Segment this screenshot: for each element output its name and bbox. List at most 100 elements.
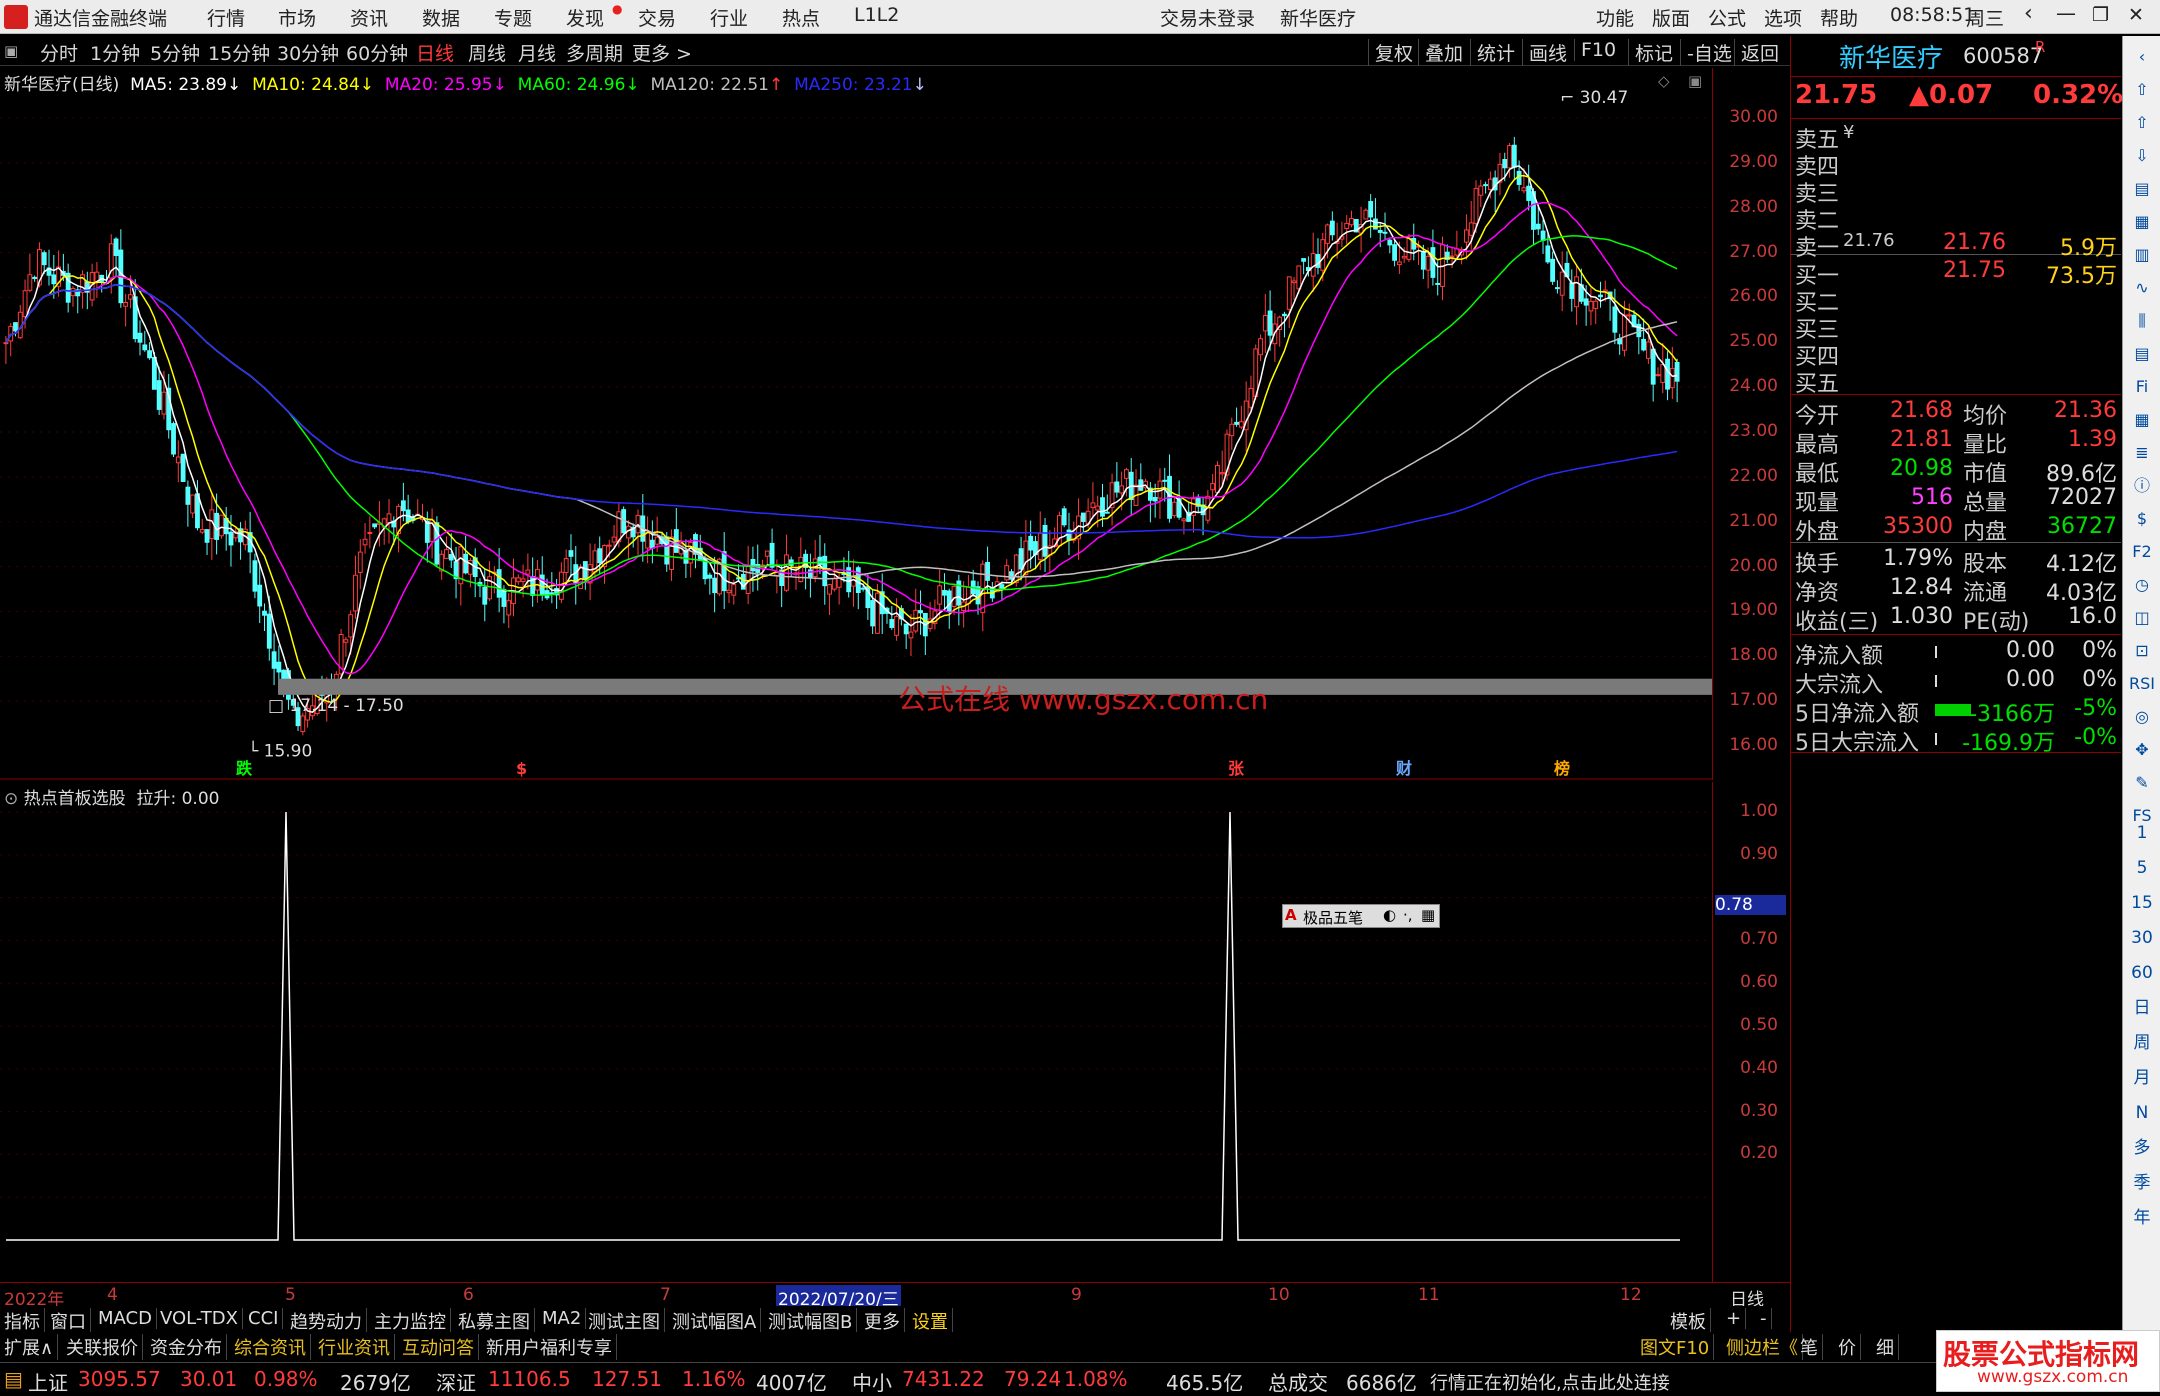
period-more[interactable]: 更多 > — [632, 39, 692, 66]
tab-ceshi-a[interactable]: 测试幅图A — [668, 1308, 762, 1334]
sidebar-arrow-down-icon[interactable]: ⇩ — [2127, 141, 2157, 171]
sh-index-name[interactable]: 上证 — [28, 1367, 68, 1396]
chart-maximize-icon[interactable]: ▣ — [1688, 72, 1702, 90]
sidebar-period-6[interactable]: 周 — [2127, 1028, 2157, 1058]
sidebar-period-4[interactable]: 60 — [2127, 958, 2157, 988]
menu-bangzhu[interactable]: 帮助 — [1820, 4, 1858, 31]
sidebar-period-7[interactable]: 月 — [2127, 1063, 2157, 1093]
sidebar-line-chart-icon[interactable]: ∿ — [2127, 273, 2157, 303]
tab-qushi[interactable]: 趋势动力 — [286, 1308, 367, 1334]
sidebar-dollar-icon[interactable]: $ — [2127, 504, 2157, 534]
sidebar-period-1[interactable]: 5 — [2127, 853, 2157, 883]
sidebar-list-icon[interactable]: ▤ — [2127, 174, 2157, 204]
tab-ceshi-b[interactable]: 测试幅图B — [764, 1308, 858, 1334]
sidebar-period-9[interactable]: 多 — [2127, 1133, 2157, 1163]
period-week[interactable]: 周线 — [468, 39, 506, 66]
menu-zixun[interactable]: 资讯 — [350, 4, 388, 31]
period-multi[interactable]: 多周期 — [566, 39, 623, 66]
period-fenshi[interactable]: 分时 — [40, 39, 78, 66]
sidebar-candle-icon[interactable]: ⫼ — [2127, 306, 2157, 336]
menu-faxian[interactable]: 发现 — [566, 4, 604, 31]
sidebar-compass-icon[interactable]: RSI — [2127, 669, 2157, 699]
sidebar-map-icon[interactable]: ◫ — [2127, 603, 2157, 633]
period-60min[interactable]: 60分钟 — [346, 39, 408, 66]
menu-banmian[interactable]: 版面 — [1652, 4, 1690, 31]
connection-message[interactable]: 行情正在初始化,点击此处连接 — [1430, 1369, 1670, 1395]
sz-index-name[interactable]: 深证 — [436, 1367, 476, 1396]
tab-jia[interactable]: 价 — [1834, 1334, 1861, 1360]
sidebar-period-10[interactable]: 季 — [2127, 1168, 2157, 1198]
sidebar-f2-icon[interactable]: F2 — [2127, 537, 2157, 567]
sidebar-arrow-up-icon[interactable]: ⇧ — [2127, 75, 2157, 105]
panel-toggle-icon[interactable]: ▣ — [4, 42, 18, 60]
minimize-icon[interactable]: — — [2056, 1, 2076, 25]
tab-xi[interactable]: 细 — [1872, 1334, 1899, 1360]
tab-macd[interactable]: MACD — [94, 1308, 157, 1329]
menu-shichang[interactable]: 市场 — [278, 4, 316, 31]
trade-login-status[interactable]: 交易未登录 — [1160, 4, 1255, 31]
tab-ceshi-main[interactable]: 测试主图 — [584, 1308, 665, 1334]
tab-hangye-zixun[interactable]: 行业资讯 — [314, 1334, 395, 1360]
sidebar-calendar-icon[interactable]: ▦ — [2127, 405, 2157, 435]
sidebar-period-0[interactable]: 1 — [2127, 818, 2157, 848]
period-5min[interactable]: 5分钟 — [150, 39, 200, 66]
sidebar-period-11[interactable]: 年 — [2127, 1203, 2157, 1233]
tab-cci[interactable]: CCI — [244, 1308, 284, 1329]
menu-l1l2[interactable]: L1L2 — [854, 4, 899, 26]
period-30min[interactable]: 30分钟 — [277, 39, 339, 66]
sidebar-fs-icon[interactable]: ✎ — [2127, 768, 2157, 798]
tab-more[interactable]: 更多 — [860, 1308, 905, 1334]
btn-fanhui[interactable]: 返回 — [1734, 39, 1779, 66]
menu-shuju[interactable]: 数据 — [422, 4, 460, 31]
sidebar-period-8[interactable]: N — [2127, 1098, 2157, 1128]
tab-zhibiao[interactable]: 指标 — [0, 1308, 45, 1334]
indicator-collapse-icon[interactable]: ⊙ — [4, 789, 18, 809]
indicator-chart[interactable] — [0, 782, 1712, 1282]
tab-expand[interactable]: 扩展∧ — [0, 1334, 59, 1360]
tab-tuwen-f10[interactable]: 图文F10 — [1636, 1334, 1715, 1360]
sidebar-clock-icon[interactable]: ◷ — [2127, 570, 2157, 600]
tab-guanlian[interactable]: 关联报价 — [62, 1334, 143, 1360]
btn-huaxian[interactable]: 画线 — [1522, 39, 1567, 66]
ime-floatbar[interactable]: A 极品五笔 ◐ ·, ▦ — [1282, 904, 1440, 928]
tab-ma2[interactable]: MA2 — [538, 1308, 587, 1329]
sidebar-rsi-icon[interactable]: ⊡ — [2127, 636, 2157, 666]
tab-zonghe[interactable]: 综合资讯 — [230, 1334, 311, 1360]
menu-redian[interactable]: 热点 — [782, 4, 820, 31]
tab-zhuli[interactable]: 主力监控 — [370, 1308, 451, 1334]
zx-index-name[interactable]: 中小 — [852, 1367, 892, 1396]
tab-minus[interactable]: - — [1756, 1308, 1772, 1329]
menu-zhuanti[interactable]: 专题 — [494, 4, 532, 31]
tab-zijin[interactable]: 资金分布 — [146, 1334, 227, 1360]
tab-xinyonghu[interactable]: 新用户福利专享 — [482, 1334, 617, 1360]
sidebar-period-3[interactable]: 30 — [2127, 923, 2157, 953]
menu-hangqing[interactable]: 行情 — [207, 4, 245, 31]
sidebar-period-2[interactable]: 15 — [2127, 888, 2157, 918]
sidebar-chart-icon[interactable]: ▦ — [2127, 207, 2157, 237]
tab-settings[interactable]: 设置 — [908, 1308, 953, 1334]
restore-icon[interactable]: ❐ — [2092, 4, 2109, 26]
tab-template[interactable]: 模板 — [1666, 1308, 1711, 1334]
btn-f10[interactable]: F10 — [1574, 39, 1616, 61]
btn-zixuan[interactable]: -自选 — [1680, 39, 1732, 66]
tab-plus[interactable]: + — [1722, 1308, 1747, 1329]
sidebar-grid-icon[interactable]: ▥ — [2127, 240, 2157, 270]
sidebar-info-icon[interactable]: ⓘ — [2127, 471, 2157, 501]
period-month[interactable]: 月线 — [518, 39, 556, 66]
btn-diejia[interactable]: 叠加 — [1418, 39, 1463, 66]
tab-sidebar[interactable]: 侧边栏《 — [1722, 1334, 1803, 1360]
btn-biaoji[interactable]: 标记 — [1628, 39, 1673, 66]
sidebar-f10-icon[interactable]: Fi — [2127, 372, 2157, 402]
chart-settings-icon[interactable]: ◇ — [1658, 72, 1670, 90]
sidebar-period-5[interactable]: 日 — [2127, 993, 2157, 1023]
btn-tongji[interactable]: 统计 — [1470, 39, 1515, 66]
tab-simu[interactable]: 私募主图 — [454, 1308, 535, 1334]
ime-moon-icon[interactable]: ◐ — [1383, 906, 1396, 924]
menu-jiaoyi[interactable]: 交易 — [638, 4, 676, 31]
ime-keyboard-icon[interactable]: ▦ — [1421, 906, 1435, 924]
sidebar-arrow-left-icon[interactable]: ‹ — [2127, 42, 2157, 72]
sidebar-pen-icon[interactable]: ✥ — [2127, 735, 2157, 765]
tab-vol-tdx[interactable]: VOL-TDX — [156, 1308, 243, 1329]
sidebar-arrow-up-icon[interactable]: ⇧ — [2127, 108, 2157, 138]
close-icon[interactable]: ✕ — [2128, 4, 2144, 26]
